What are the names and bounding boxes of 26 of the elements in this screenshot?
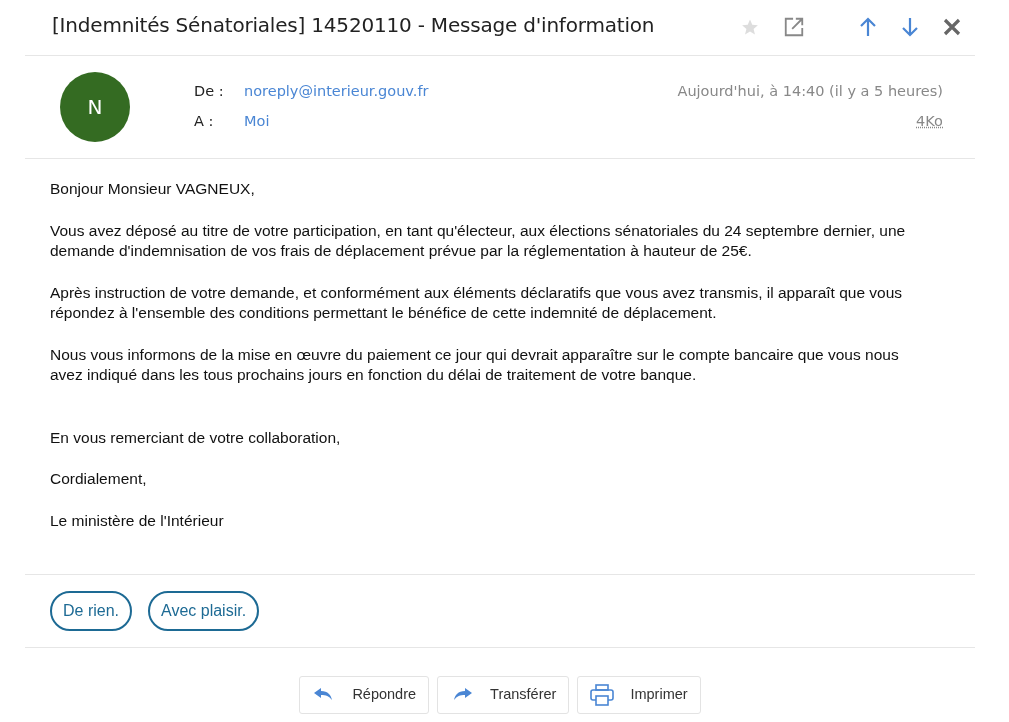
sender-avatar: N [60, 72, 130, 142]
paragraph: En vous remerciant de votre collaboration, [50, 427, 342, 448]
forward-button[interactable]: Transférer [437, 676, 570, 714]
quick-reply-button[interactable]: De rien. [50, 591, 133, 631]
sender-link[interactable]: noreply@interieur.gouv.fr [244, 83, 429, 100]
arrow-down-icon [901, 17, 919, 37]
close-icon [943, 18, 961, 36]
arrow-up-icon [859, 17, 877, 37]
recipient-link[interactable]: Moi [244, 113, 270, 129]
paragraph: Bonjour Monsieur VAGNEUX, [50, 179, 256, 199]
print-button[interactable]: Imprimer [577, 676, 701, 714]
reply-button[interactable]: Répondre [299, 676, 430, 714]
star-icon [741, 18, 759, 36]
paragraph: Après instruction de votre demande, et conformément aux éléments déclaratifs que vous avez transmis, il apparaît que vous répondez à l'ensemble des conditions permettant le bénéfice de cette indemnité de déplacement. [50, 282, 904, 323]
date-text: Aujourd'hui, à 14:40 (il y a 5 heures) [677, 82, 943, 102]
paragraph: Nous vous informons de la mise en œuvre du paiement ce jour qui devrait apparaître sur le compte bancaire que vous nous avez indiqué dans les tous prochains jours en fonction du délai de traitement de votre banque. [50, 344, 900, 385]
paragraph: Vous avez déposé au titre de votre participation, en tant qu'électeur, aux élections sénatoriales du 24 septembre dernier, une demande d'indemnisation de vos frais de déplacement prévue par la réglementation à hauteur de 25€. [50, 220, 907, 261]
paragraph: Le ministère de l'Intérieur [50, 510, 225, 531]
to-label: A : [194, 112, 215, 131]
size-text: 4Ko [916, 113, 943, 129]
from-label: De : [194, 82, 225, 102]
paragraph: Cordialement, [50, 469, 148, 489]
quick-reply-button[interactable]: Avec plaisir. [148, 591, 260, 631]
external-link-icon [783, 16, 805, 38]
printer-icon [590, 684, 615, 706]
email-subject: [Indemnités Sénatoriales] 14520110 - Message d'information [51, 12, 656, 39]
